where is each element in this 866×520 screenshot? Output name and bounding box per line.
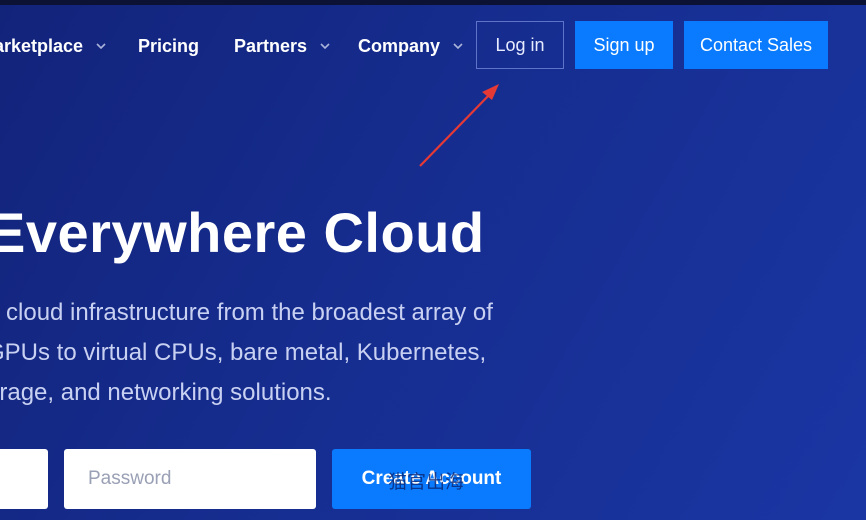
nav-item-marketplace[interactable]: arketplace (0, 34, 107, 58)
hero-subtitle-line: d cloud infrastructure from the broadest… (0, 299, 493, 326)
email-input[interactable] (0, 449, 48, 509)
password-input[interactable] (64, 449, 316, 509)
hero-subtitle-line: orage, and networking solutions. (0, 379, 332, 406)
nav-item-pricing[interactable]: Pricing (138, 34, 199, 58)
nav-item-label: Company (358, 35, 441, 56)
nav-item-label: Pricing (138, 35, 200, 56)
nav-item-partners[interactable]: Partners (234, 34, 331, 58)
signup-button[interactable]: Sign up (575, 21, 673, 69)
contact-sales-button[interactable]: Contact Sales (684, 21, 828, 69)
hero-subtitle-line: GPUs to virtual CPUs, bare metal, Kubern… (0, 339, 487, 366)
hero-subtitle: d cloud infrastructure from the broadest… (0, 293, 546, 413)
create-account-button[interactable]: Create Account (332, 449, 531, 509)
top-strip (0, 0, 866, 5)
nav-item-label: arketplace (0, 35, 84, 56)
hero-title: Everywhere Cloud (0, 201, 485, 264)
nav-item-company[interactable]: Company (358, 34, 464, 58)
chevron-down-icon (319, 40, 331, 52)
chevron-down-icon (452, 40, 464, 52)
login-button[interactable]: Log in (476, 21, 564, 69)
chevron-down-icon (95, 40, 107, 52)
nav-item-label: Partners (234, 35, 308, 56)
